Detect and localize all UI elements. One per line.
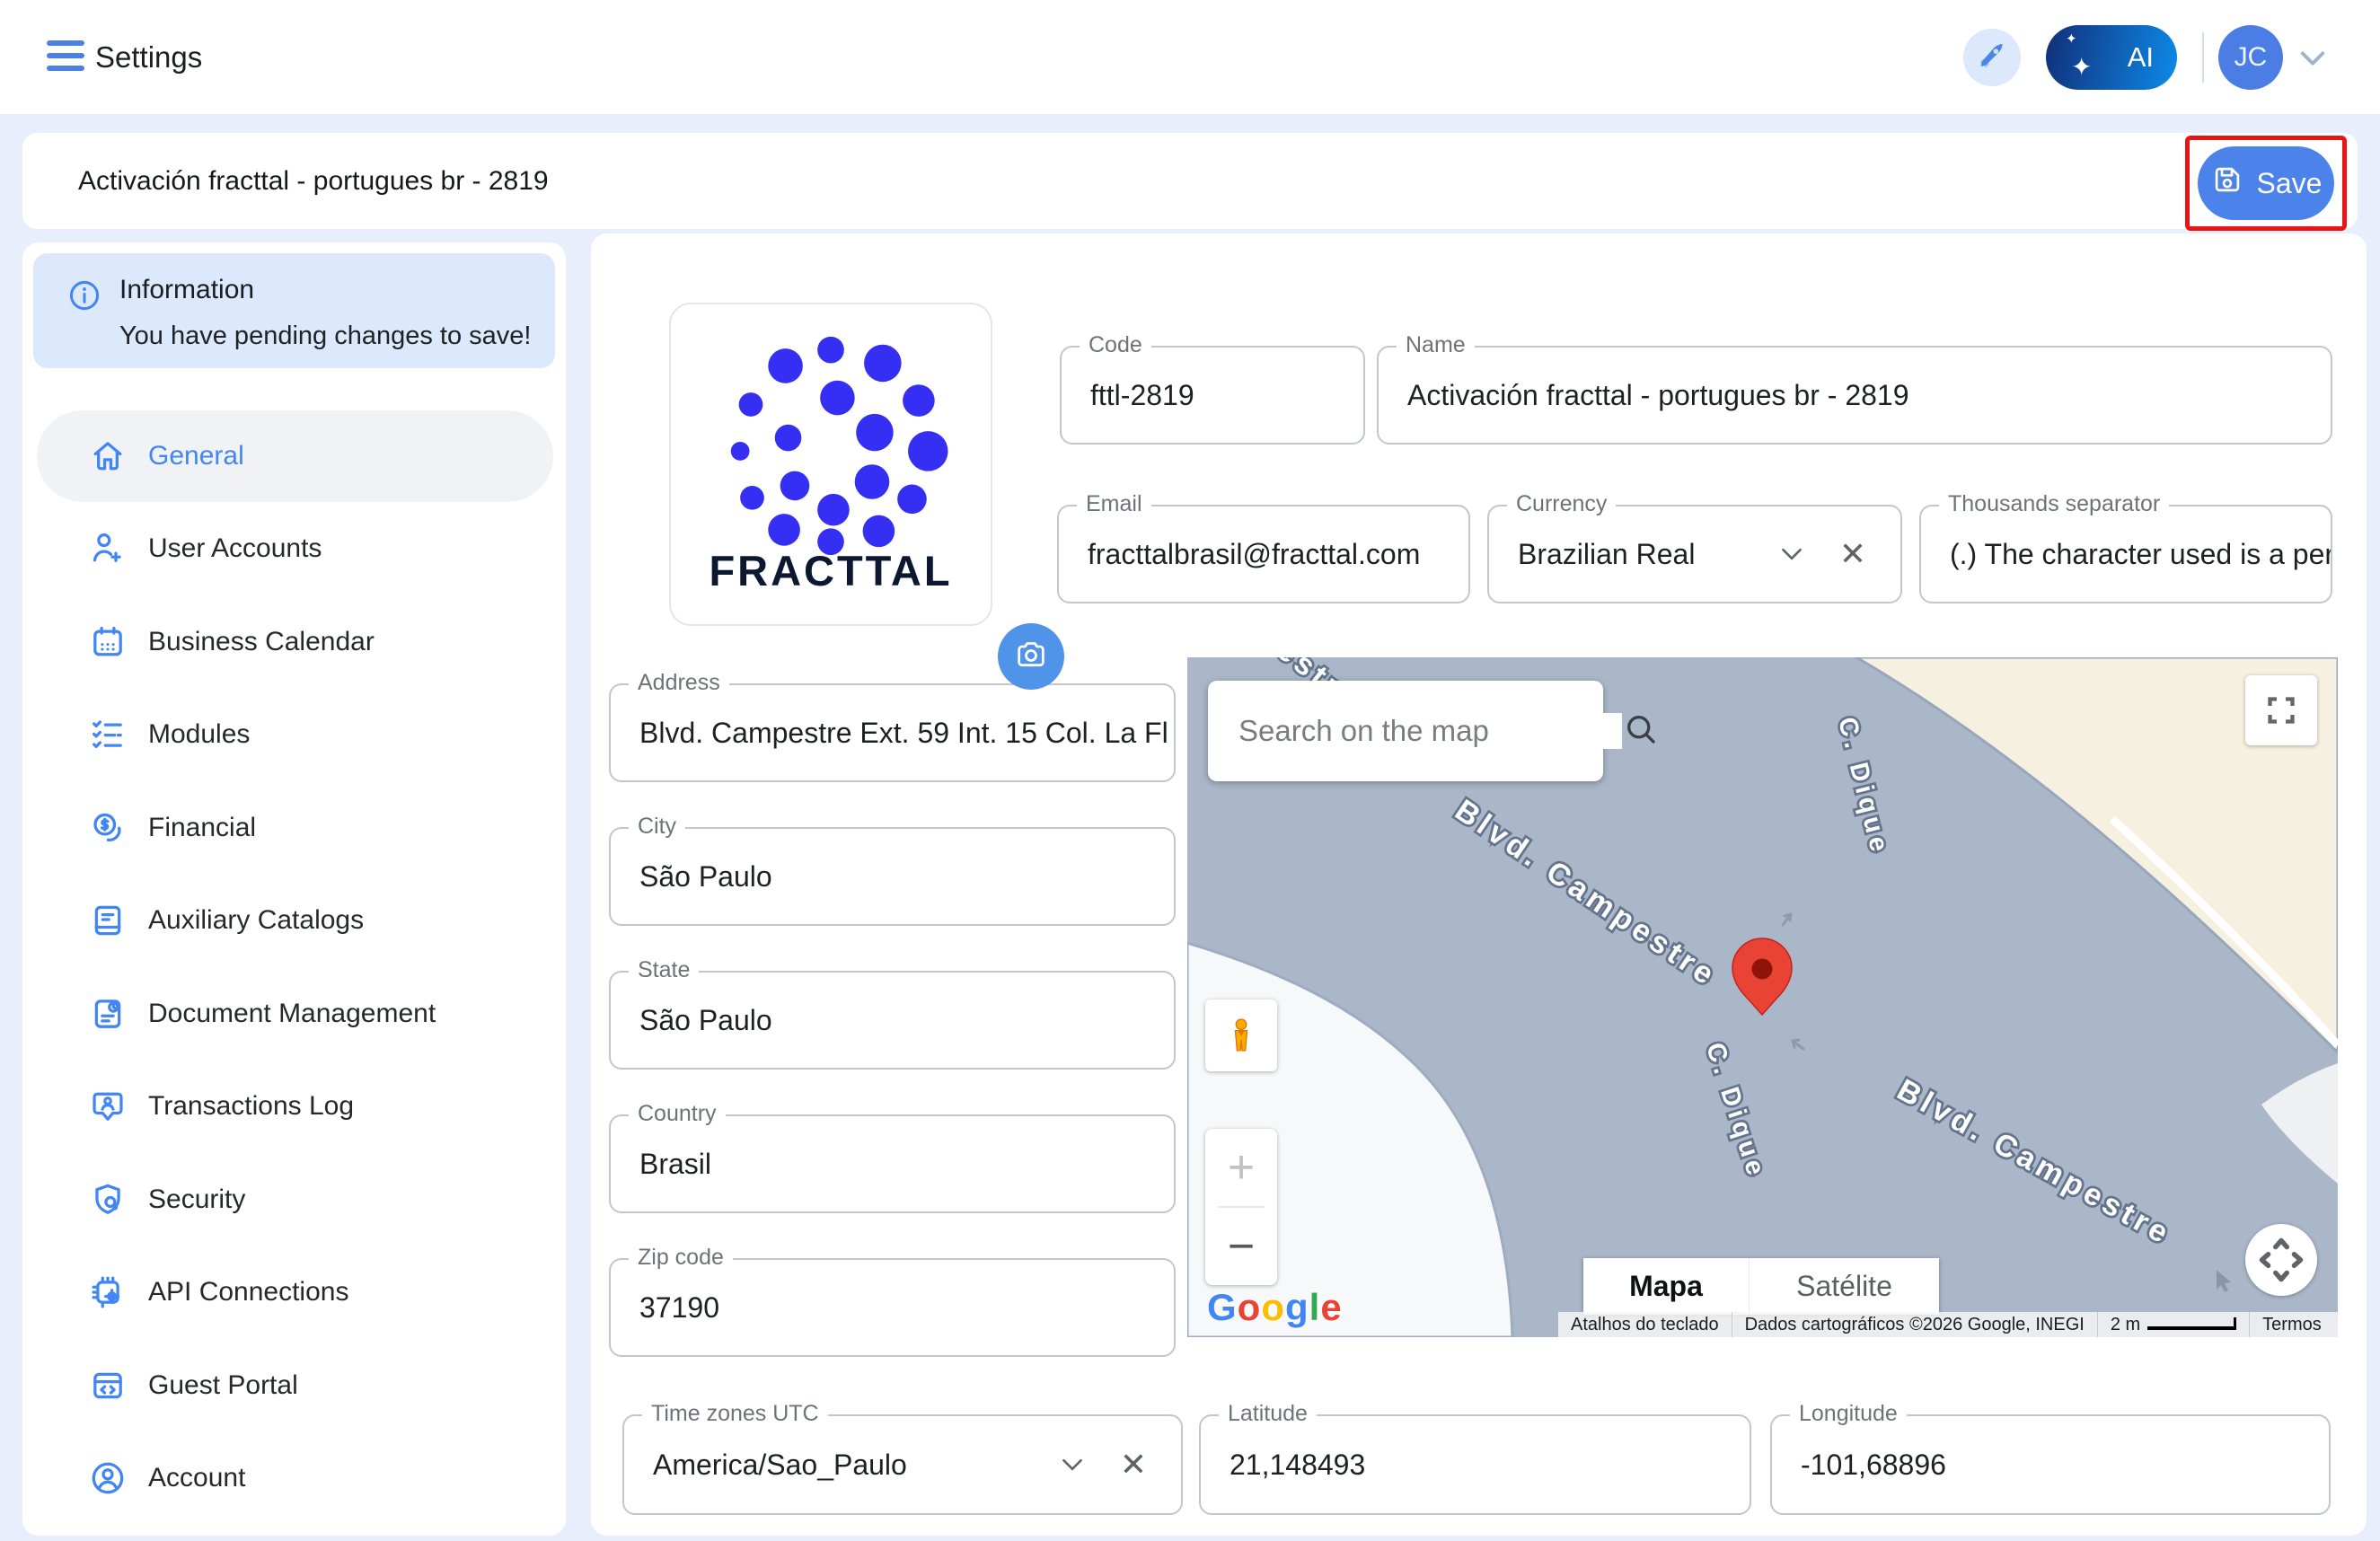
- calendar-icon: [87, 621, 128, 663]
- info-icon: [67, 278, 101, 313]
- page-title: Settings: [95, 0, 202, 114]
- browser-code-icon: [87, 1365, 128, 1406]
- chevron-down-icon[interactable]: [1061, 1457, 1084, 1472]
- pending-changes-notice: Information You have pending changes to …: [33, 253, 555, 368]
- map-scale: 2 m: [2098, 1315, 2249, 1335]
- general-settings-panel: FRACTTAL Code fttl-2819 Name Activación …: [591, 233, 2367, 1536]
- map-type-tabs: Mapa Satélite: [1583, 1258, 1939, 1315]
- thousands-separator-field[interactable]: Thousands separator (.) The character us…: [1919, 505, 2332, 603]
- menu-icon[interactable]: [47, 40, 84, 73]
- zip-code-field[interactable]: Zip code 37190: [609, 1258, 1176, 1357]
- notice-message: You have pending changes to save!: [119, 321, 531, 351]
- user-badge-icon: [87, 1086, 128, 1127]
- longitude-field[interactable]: Longitude -101,68896: [1770, 1414, 2331, 1515]
- notice-title: Information: [119, 275, 254, 305]
- map-search-input[interactable]: [1237, 713, 1622, 749]
- sidebar-item-financial[interactable]: Financial: [37, 782, 553, 874]
- map-data-attribution: Dados cartográficos ©2026 Google, INEGI: [1732, 1315, 2097, 1335]
- clear-icon[interactable]: ✕: [1120, 1446, 1147, 1484]
- email-field[interactable]: Email fracttalbrasil@fracttal.com: [1057, 505, 1470, 603]
- camera-icon: [1013, 637, 1049, 677]
- chevron-down-icon[interactable]: [2299, 49, 2326, 67]
- sidebar-item-auxiliary-catalogs[interactable]: Auxiliary Catalogs: [37, 875, 553, 966]
- location-map[interactable]: Blvd. Campestre C. Dique C. Dique Blvd. …: [1187, 657, 2338, 1337]
- currency-select[interactable]: Currency Brazilian Real ✕: [1487, 505, 1902, 603]
- pegman-button[interactable]: [1205, 999, 1277, 1071]
- address-field[interactable]: Address Blvd. Campestre Ext. 59 Int. 15 …: [609, 683, 1176, 782]
- keyboard-shortcuts-link[interactable]: Atalhos do teclado: [1558, 1315, 1732, 1335]
- sidebar-item-user-accounts[interactable]: User Accounts: [37, 503, 553, 594]
- user-plus-icon: [87, 528, 128, 569]
- chevron-down-icon[interactable]: [1780, 547, 1803, 561]
- sparkle-icon: ✦ ✦: [2064, 32, 2100, 83]
- sidebar-item-transactions-log[interactable]: Transactions Log: [37, 1061, 553, 1152]
- save-button-label: Save: [2257, 167, 2323, 200]
- avatar[interactable]: JC: [2218, 25, 2283, 90]
- home-icon: [87, 436, 128, 477]
- code-field[interactable]: Code fttl-2819: [1060, 346, 1365, 445]
- sidebar-item-api-connections[interactable]: API Connections: [37, 1246, 553, 1338]
- sidebar-item-guest-portal[interactable]: Guest Portal: [37, 1340, 553, 1431]
- sidebar-item-general[interactable]: General: [37, 410, 553, 502]
- top-app-bar: Settings ✦ ✦ AI JC: [0, 0, 2380, 114]
- city-field[interactable]: City São Paulo: [609, 827, 1176, 926]
- zoom-in-button[interactable]: +: [1205, 1129, 1277, 1206]
- company-logo: FRACTTAL: [669, 303, 992, 626]
- tab-satellite[interactable]: Satélite: [1749, 1258, 1939, 1315]
- pan-arrows-icon: [2249, 1228, 2314, 1292]
- pan-control[interactable]: [2245, 1224, 2317, 1296]
- user-circle-icon: [87, 1457, 128, 1499]
- zoom-control: + −: [1205, 1129, 1277, 1285]
- header-divider: [2202, 32, 2204, 83]
- book-icon: [87, 900, 128, 941]
- record-title: Activación fracttal - portugues br - 281…: [78, 133, 549, 229]
- coins-icon: [87, 807, 128, 849]
- fullscreen-button[interactable]: [2245, 675, 2317, 745]
- terms-link[interactable]: Termos: [2250, 1315, 2334, 1335]
- zoom-out-button[interactable]: −: [1205, 1208, 1277, 1285]
- google-logo[interactable]: Google: [1207, 1286, 1343, 1329]
- fracttal-dots-logo: [671, 321, 991, 563]
- name-field[interactable]: Name Activación fracttal - portugues br …: [1377, 346, 2332, 445]
- save-icon: [2210, 163, 2244, 204]
- fracttal-wordmark: FRACTTAL: [671, 546, 991, 595]
- settings-sidebar: Information You have pending changes to …: [22, 242, 566, 1536]
- sidebar-item-account[interactable]: Account: [37, 1432, 553, 1524]
- save-button[interactable]: Save: [2198, 146, 2334, 220]
- toolbar: Activación fracttal - portugues br - 281…: [22, 133, 2358, 229]
- change-logo-button[interactable]: [998, 623, 1064, 690]
- sidebar-item-security[interactable]: Security: [37, 1154, 553, 1246]
- timezone-select[interactable]: Time zones UTC America/Sao_Paulo ✕: [622, 1414, 1183, 1515]
- ai-assistant-button[interactable]: ✦ ✦ AI: [2046, 25, 2177, 90]
- tab-map[interactable]: Mapa: [1583, 1258, 1749, 1315]
- sidebar-item-business-calendar[interactable]: Business Calendar: [37, 596, 553, 688]
- latitude-field[interactable]: Latitude 21,148493: [1199, 1414, 1751, 1515]
- rocket-icon: [1974, 38, 2010, 78]
- rocket-button[interactable]: [1963, 29, 2021, 86]
- document-clock-icon: [87, 993, 128, 1035]
- chip-gear-icon: [87, 1272, 128, 1313]
- shield-icon: [87, 1179, 128, 1220]
- map-attribution-bar: Atalhos do teclado Dados cartográficos ©…: [1558, 1312, 2338, 1337]
- country-field[interactable]: Country Brasil: [609, 1114, 1176, 1213]
- sidebar-item-document-management[interactable]: Document Management: [37, 968, 553, 1060]
- clear-icon[interactable]: ✕: [1839, 535, 1866, 573]
- sidebar-item-modules[interactable]: Modules: [37, 689, 553, 780]
- search-icon[interactable]: [1622, 710, 1660, 753]
- state-field[interactable]: State São Paulo: [609, 971, 1176, 1070]
- checklist-icon: [87, 714, 128, 755]
- ai-button-label: AI: [2128, 41, 2154, 74]
- fullscreen-icon: [2263, 692, 2299, 728]
- scale-bar: [2147, 1317, 2236, 1330]
- pegman-icon: [1221, 1015, 1262, 1056]
- map-search-box[interactable]: [1208, 681, 1603, 781]
